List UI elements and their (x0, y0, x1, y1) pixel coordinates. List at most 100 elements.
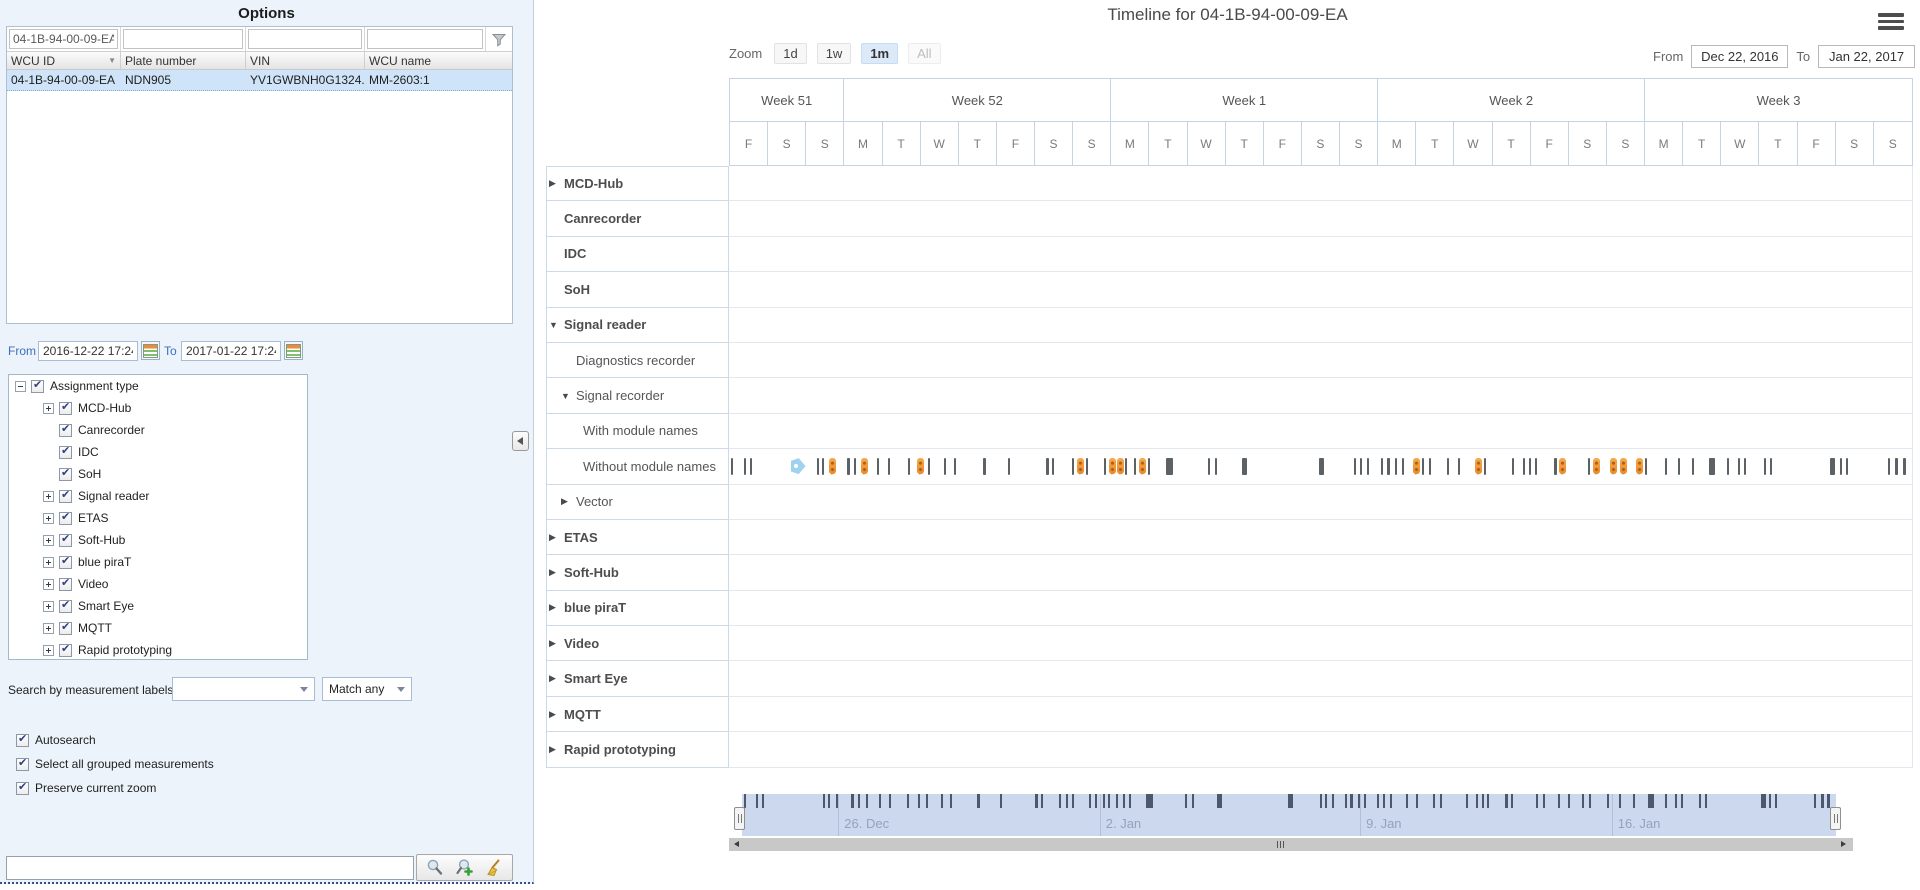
menu-icon[interactable] (1878, 13, 1904, 30)
scrollbar-grip[interactable] (1277, 841, 1286, 848)
measurement-mark[interactable] (1008, 458, 1010, 475)
timeline-row-label-canrecorder[interactable]: Canrecorder (546, 201, 729, 236)
match-mode-select[interactable]: Match any (322, 677, 412, 701)
tree-expand-icon[interactable] (43, 403, 54, 414)
measurement-mark[interactable] (1447, 458, 1449, 475)
to-datetime-input[interactable] (181, 341, 281, 361)
measurement-mark[interactable] (1484, 458, 1486, 475)
expand-arrow-icon[interactable]: ▶ (549, 567, 564, 578)
timeline-row-label-signal-recorder[interactable]: ▼Signal recorder (546, 378, 729, 413)
measurement-mark[interactable] (1645, 458, 1647, 475)
expand-arrow-icon[interactable]: ▶ (549, 602, 564, 613)
measurement-mark[interactable] (1903, 458, 1906, 475)
option-autosearch[interactable]: Autosearch (16, 733, 96, 747)
measurement-mark[interactable] (1888, 458, 1890, 475)
measurement-mark[interactable] (1744, 458, 1746, 475)
tree-checkbox[interactable] (59, 534, 72, 547)
tree-collapse-icon[interactable] (15, 381, 26, 392)
warning-badge-icon[interactable] (1109, 458, 1116, 474)
horizontal-scrollbar[interactable] (729, 838, 1853, 851)
overview-right-handle[interactable] (1830, 807, 1841, 830)
tree-checkbox[interactable] (59, 644, 72, 657)
overview-left-handle[interactable] (734, 807, 745, 830)
timeline-row-label-rapid-prototyping[interactable]: ▶Rapid prototyping (546, 732, 729, 767)
warning-badge-icon[interactable] (1636, 458, 1643, 474)
timeline-from-input[interactable] (1691, 45, 1788, 68)
tree-item-etas[interactable]: ETAS (9, 507, 307, 529)
measurement-mark[interactable] (854, 458, 856, 475)
tree-item-blue-pirat[interactable]: blue piraT (9, 551, 307, 573)
tree-item-mcd-hub[interactable]: MCD-Hub (9, 397, 307, 419)
measurement-mark[interactable] (731, 458, 733, 475)
warning-badge-icon[interactable] (917, 458, 924, 474)
tree-item-soft-hub[interactable]: Soft-Hub (9, 529, 307, 551)
bookmark-tag-icon[interactable] (791, 458, 806, 474)
measurement-mark[interactable] (1125, 458, 1127, 475)
option-checkbox[interactable] (16, 782, 29, 795)
timeline-row-label-mqtt[interactable]: ▶MQTT (546, 697, 729, 732)
from-calendar-button[interactable] (141, 341, 160, 360)
tree-item-mqtt[interactable]: MQTT (9, 617, 307, 639)
measurement-mark[interactable] (1148, 458, 1150, 475)
from-datetime-input[interactable] (38, 341, 138, 361)
timeline-row-label-soh[interactable]: SoH (546, 272, 729, 307)
tree-item-idc[interactable]: IDC (9, 441, 307, 463)
expand-arrow-icon[interactable]: ▶ (549, 744, 564, 755)
measurement-mark[interactable] (1727, 458, 1729, 475)
warning-badge-icon[interactable] (1117, 458, 1124, 474)
table-row[interactable]: 04-1B-94-00-09-EANDN905YV1GWBNH0G1324...… (7, 70, 512, 91)
tree-expand-icon[interactable] (43, 535, 54, 546)
measurement-mark[interactable] (1429, 458, 1431, 475)
tree-item-assignment-type[interactable]: Assignment type (9, 375, 307, 397)
measurement-mark[interactable] (1764, 458, 1766, 475)
tree-expand-icon[interactable] (43, 601, 54, 612)
option-checkbox[interactable] (16, 758, 29, 771)
zoom-1d-button[interactable]: 1d (774, 43, 806, 64)
timeline-row-label-video[interactable]: ▶Video (546, 626, 729, 661)
tree-expand-icon[interactable] (43, 623, 54, 634)
measurement-mark[interactable] (1208, 458, 1210, 475)
measurement-mark[interactable] (1529, 458, 1531, 475)
measurement-mark[interactable] (1354, 458, 1356, 475)
warning-badge-icon[interactable] (829, 458, 836, 474)
collapse-arrow-icon[interactable]: ▼ (549, 320, 564, 330)
column-header-plate-number[interactable]: Plate number (121, 52, 246, 69)
timeline-to-input[interactable] (1818, 45, 1915, 68)
measurement-mark[interactable] (983, 458, 986, 475)
wcu-filter-input-0[interactable] (9, 29, 118, 49)
warning-badge-icon[interactable] (1610, 458, 1617, 474)
timeline-row-label-idc[interactable]: IDC (546, 237, 729, 272)
measurement-mark[interactable] (954, 458, 956, 475)
tree-checkbox[interactable] (59, 556, 72, 569)
measurement-mark[interactable] (928, 458, 930, 475)
column-header-wcu-name[interactable]: WCU name (365, 52, 512, 69)
option-checkbox[interactable] (16, 734, 29, 747)
tree-expand-icon[interactable] (43, 513, 54, 524)
tree-checkbox[interactable] (59, 512, 72, 525)
tree-item-soh[interactable]: SoH (9, 463, 307, 485)
measurement-mark[interactable] (744, 458, 746, 475)
measurement-mark[interactable] (1588, 458, 1590, 475)
timeline-row-label-diagnostics-recorder[interactable]: Diagnostics recorder (546, 343, 729, 378)
option-select-all-grouped-measurements[interactable]: Select all grouped measurements (16, 757, 214, 771)
expand-arrow-icon[interactable]: ▶ (549, 178, 564, 189)
tree-checkbox[interactable] (59, 402, 72, 415)
measurement-mark[interactable] (1046, 458, 1049, 475)
tree-checkbox[interactable] (59, 424, 72, 437)
measurement-mark[interactable] (1215, 458, 1217, 475)
timeline-row-label-soft-hub[interactable]: ▶Soft-Hub (546, 555, 729, 590)
measurement-mark[interactable] (1134, 458, 1136, 475)
measurement-mark[interactable] (1678, 458, 1680, 475)
zoom-add-search-button[interactable] (453, 857, 477, 879)
measurement-mark[interactable] (1840, 458, 1842, 475)
measurement-mark[interactable] (817, 458, 819, 475)
scroll-left-icon[interactable] (734, 841, 739, 847)
option-preserve-current-zoom[interactable]: Preserve current zoom (16, 781, 156, 795)
measurement-mark[interactable] (1512, 458, 1514, 475)
tree-expand-icon[interactable] (43, 579, 54, 590)
tree-item-video[interactable]: Video (9, 573, 307, 595)
overview-band[interactable]: 26. Dec2. Jan9. Jan16. Jan (742, 794, 1836, 836)
measurement-mark[interactable] (1360, 458, 1362, 475)
measurement-mark[interactable] (1738, 458, 1740, 475)
tree-item-rapid-prototyping[interactable]: Rapid prototyping (9, 639, 307, 660)
